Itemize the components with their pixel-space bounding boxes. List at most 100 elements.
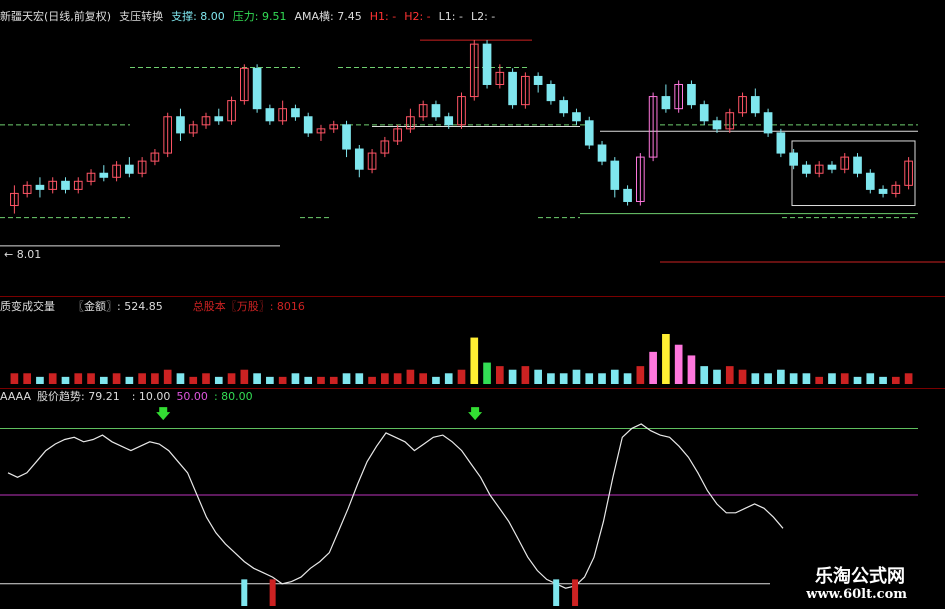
candle-body	[878, 188, 888, 194]
candle-body	[572, 112, 581, 122]
bottom-signal-bar	[269, 579, 276, 606]
stock-title: 新疆天宏(日线,前复权)	[0, 10, 112, 23]
candle-body	[291, 108, 300, 118]
candle-body	[99, 172, 109, 178]
candle-body	[661, 96, 671, 110]
candle-body	[61, 180, 70, 190]
candle-body	[699, 104, 709, 122]
candle-body	[508, 71, 517, 106]
volume-bar	[674, 344, 683, 384]
volume-bar	[751, 373, 760, 384]
volume-bar	[802, 373, 811, 384]
candle-body	[827, 164, 837, 170]
volume-bar	[87, 373, 95, 384]
candle-body	[763, 112, 773, 134]
volume-header: 质变成交量 〖金额〗: 524.85 总股本〖万股〗: 8016	[0, 300, 305, 314]
candle-body	[776, 132, 786, 154]
volume-bar	[432, 376, 440, 384]
volume-bar	[662, 334, 670, 384]
volume-bar	[508, 369, 517, 384]
volume-bar	[700, 366, 709, 384]
volume-bar	[777, 369, 785, 384]
candle-body	[623, 188, 632, 202]
candle-body	[482, 43, 492, 85]
volume-bar	[329, 376, 338, 384]
candle-body	[853, 156, 862, 174]
ama-readout: AMA横: 7.45	[294, 10, 362, 23]
volume-bar	[176, 373, 185, 384]
volume-bar	[74, 373, 83, 384]
bottom-signal-bar	[553, 579, 560, 606]
volume-bar	[547, 373, 555, 384]
volume-bar	[227, 373, 236, 384]
volume-bar	[36, 376, 44, 384]
candle-body	[342, 124, 351, 150]
volume-bar	[317, 376, 325, 384]
volume-bar	[278, 376, 287, 384]
volume-bar	[559, 373, 568, 384]
volume-bar	[879, 376, 887, 384]
candle-body	[303, 116, 313, 134]
trend-line	[7, 423, 784, 589]
volume-bar	[10, 373, 19, 384]
volume-bar	[764, 373, 772, 384]
volume-bar	[202, 373, 210, 384]
volume-bar	[687, 355, 696, 384]
volume-bar	[725, 366, 734, 384]
volume-bar	[48, 373, 57, 384]
volume-bar	[483, 362, 491, 384]
volume-bar	[419, 373, 428, 384]
last-price-marker: ← 8.01	[4, 248, 42, 261]
trend-readout: 股价趋势: 79.21	[37, 390, 120, 403]
sell-arrow-icon	[156, 407, 171, 421]
main-chart-header: 新疆天宏(日线,前复权) 支压转换 支撑: 8.00 压力: 9.51 AMA横…	[0, 10, 495, 24]
volume-bar	[495, 366, 504, 384]
volume-bar	[636, 366, 645, 384]
support-pressure-lines	[0, 39, 945, 263]
trend-code: AAAA	[0, 390, 32, 403]
volume-pane-divider	[0, 296, 945, 297]
level-mid-readout: 50.00	[176, 390, 208, 403]
volume-bar	[534, 369, 542, 384]
volume-bar	[151, 373, 159, 384]
volume-bar	[598, 373, 606, 384]
trend-header: AAAA 股价趋势: 79.21 : 10.00 50.00 : 80.00	[0, 390, 253, 404]
amount-readout: 〖金额〗: 524.85	[73, 300, 163, 313]
volume-bar	[866, 373, 875, 384]
level-low-readout: : 10.00	[131, 390, 171, 403]
volume-bar	[99, 376, 108, 384]
volume-bar	[828, 373, 836, 384]
volume-bar	[304, 376, 313, 384]
candle-body	[865, 172, 875, 190]
volume-bar	[381, 373, 389, 384]
candle-body	[354, 148, 364, 170]
l1-readout: L1: -	[438, 10, 463, 23]
volume-bar	[138, 373, 146, 384]
bottom-signal-bar	[572, 579, 579, 606]
volume-bar	[444, 373, 453, 384]
volume-bars	[10, 334, 913, 384]
candle-body	[35, 184, 45, 190]
candlesticks	[10, 40, 913, 214]
candle-body	[214, 116, 224, 122]
candle-body	[431, 104, 441, 118]
volume-bar	[406, 369, 415, 384]
candle-body	[802, 164, 811, 174]
volume-bar	[61, 376, 70, 384]
bottom-signal-bar	[241, 579, 248, 606]
candle-body	[687, 83, 696, 106]
volume-bar	[610, 369, 619, 384]
candle-body	[252, 67, 262, 110]
volume-indicator-title: 质变成交量	[0, 300, 55, 313]
volume-bar	[572, 369, 581, 384]
volume-bar	[189, 376, 198, 384]
volume-bar	[266, 376, 274, 384]
volume-bar	[904, 373, 913, 384]
volume-bar	[738, 369, 747, 384]
candle-body	[584, 120, 594, 146]
volume-bar	[355, 373, 364, 384]
candle-body	[712, 120, 722, 130]
indicator-name: 支压转换	[119, 10, 164, 23]
l2-readout: L2: -	[470, 10, 496, 23]
pressure-readout: 压力: 9.51	[232, 10, 287, 23]
